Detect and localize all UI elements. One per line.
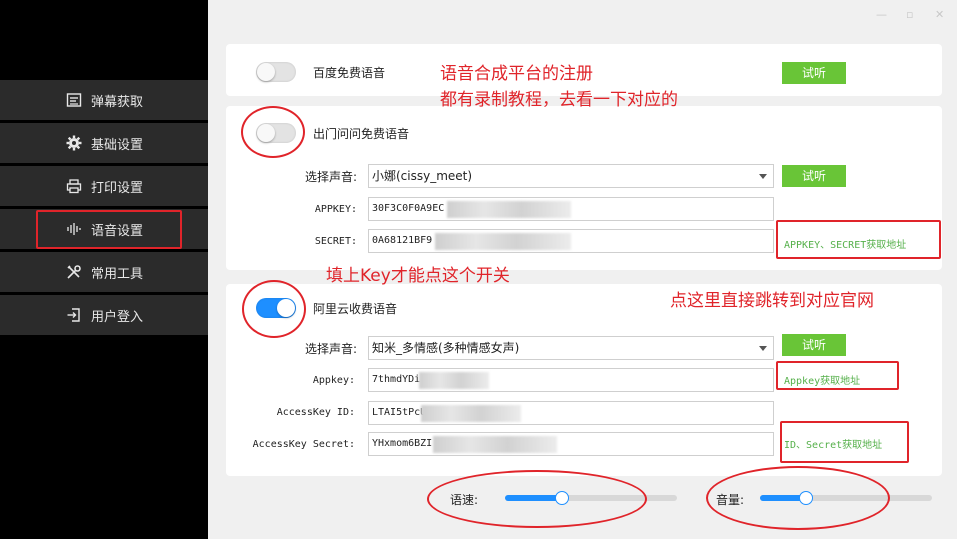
- appkey-value: 7thmdYDi: [372, 374, 421, 385]
- chumen-voice-title: 出门问问免费语音: [313, 127, 410, 141]
- baidu-voice-toggle[interactable]: [256, 62, 296, 82]
- redacted-blur: [421, 405, 521, 422]
- selected-voice: 小娜(cissy_meet): [372, 169, 473, 183]
- sidebar-item-label: 常用工具: [90, 266, 143, 282]
- annotation-box-aliyun-appkey-link: [776, 361, 899, 390]
- tools-icon: [65, 263, 83, 281]
- aliyun-accesskey-secret-input[interactable]: YHxmom6BZI: [368, 432, 774, 456]
- sidebar: 弹幕获取 基础设置 打印设置 语音设置 常用工具 用户登入: [0, 0, 208, 539]
- close-icon[interactable]: ✕: [935, 8, 944, 21]
- toggle-knob: [257, 63, 275, 81]
- annotation-text-register: 语音合成平台的注册: [440, 64, 593, 84]
- aliyun-test-button[interactable]: 试听: [782, 334, 846, 356]
- chevron-down-icon: [759, 346, 767, 351]
- annotation-text-tutorial: 都有录制教程，去看一下对应的: [440, 90, 678, 110]
- sidebar-item-print-settings[interactable]: 打印设置: [0, 166, 208, 206]
- sidebar-item-label: 基础设置: [90, 137, 143, 153]
- annotation-oval-speed: [427, 470, 647, 528]
- chumen-test-button[interactable]: 试听: [782, 165, 846, 187]
- chumen-secret-label: SECRET:: [314, 236, 357, 247]
- login-icon: [65, 306, 83, 324]
- aliyun-appkey-input[interactable]: 7thmdYDi: [368, 368, 774, 392]
- sidebar-item-label: 弹幕获取: [90, 94, 143, 110]
- chevron-down-icon: [759, 174, 767, 179]
- list-icon: [65, 91, 83, 109]
- aliyun-accesskey-secret-label: AccessKey Secret:: [252, 439, 355, 450]
- chumen-voice-select[interactable]: 小娜(cissy_meet): [368, 164, 774, 188]
- annotation-box-voice-settings: [36, 210, 182, 249]
- chumen-appkey-input[interactable]: 30F3C0F0A9EC: [368, 197, 774, 221]
- redacted-blur: [419, 372, 489, 389]
- baidu-voice-title: 百度免费语音: [313, 66, 386, 80]
- printer-icon: [65, 177, 83, 195]
- chumen-secret-input[interactable]: 0A68121BF9: [368, 229, 774, 253]
- redacted-blur: [447, 201, 571, 218]
- aliyun-appkey-label: Appkey:: [312, 375, 355, 386]
- aliyun-accesskey-id-input[interactable]: LTAI5tPcU: [368, 401, 774, 425]
- annotation-circle-aliyun-toggle: [242, 280, 306, 338]
- chumen-appkey-label: APPKEY:: [314, 204, 357, 215]
- sidebar-item-label: 用户登入: [90, 309, 143, 325]
- sidebar-item-label: 打印设置: [90, 180, 143, 196]
- sidebar-item-basic-settings[interactable]: 基础设置: [0, 123, 208, 163]
- annotation-circle-chumen-toggle: [241, 106, 305, 158]
- sidebar-item-tools[interactable]: 常用工具: [0, 252, 208, 292]
- sidebar-item-login[interactable]: 用户登入: [0, 295, 208, 335]
- accesskey-id-value: LTAI5tPcU: [372, 407, 427, 418]
- annotation-box-aliyun-secret-link: [780, 421, 909, 463]
- appkey-value: 30F3C0F0A9EC: [372, 203, 445, 214]
- annotation-text-link-hint: 点这里直接跳转到对应官网: [670, 291, 874, 311]
- aliyun-accesskey-id-label: AccessKey ID:: [276, 407, 355, 418]
- sidebar-item-danmu[interactable]: 弹幕获取: [0, 80, 208, 120]
- aliyun-voice-label: 选择声音:: [304, 342, 357, 356]
- baidu-test-button[interactable]: 试听: [782, 62, 846, 84]
- aliyun-voice-title: 阿里云收费语音: [313, 302, 398, 316]
- secret-value: 0A68121BF9: [372, 235, 433, 246]
- accesskey-secret-value: YHxmom6BZI: [372, 438, 433, 449]
- annotation-oval-volume: [706, 466, 890, 530]
- gear-icon: [65, 134, 83, 152]
- aliyun-voice-select[interactable]: 知米_多情感(多种情感女声): [368, 336, 774, 360]
- chumen-voice-label: 选择声音:: [304, 170, 357, 184]
- selected-voice: 知米_多情感(多种情感女声): [372, 341, 520, 355]
- minimize-icon[interactable]: —: [876, 8, 887, 21]
- redacted-blur: [435, 233, 571, 250]
- maximize-icon[interactable]: ▫: [906, 8, 913, 21]
- redacted-blur: [433, 436, 557, 453]
- annotation-text-key-hint: 填上Key才能点这个开关: [326, 266, 510, 286]
- annotation-box-chumen-link: [776, 220, 941, 259]
